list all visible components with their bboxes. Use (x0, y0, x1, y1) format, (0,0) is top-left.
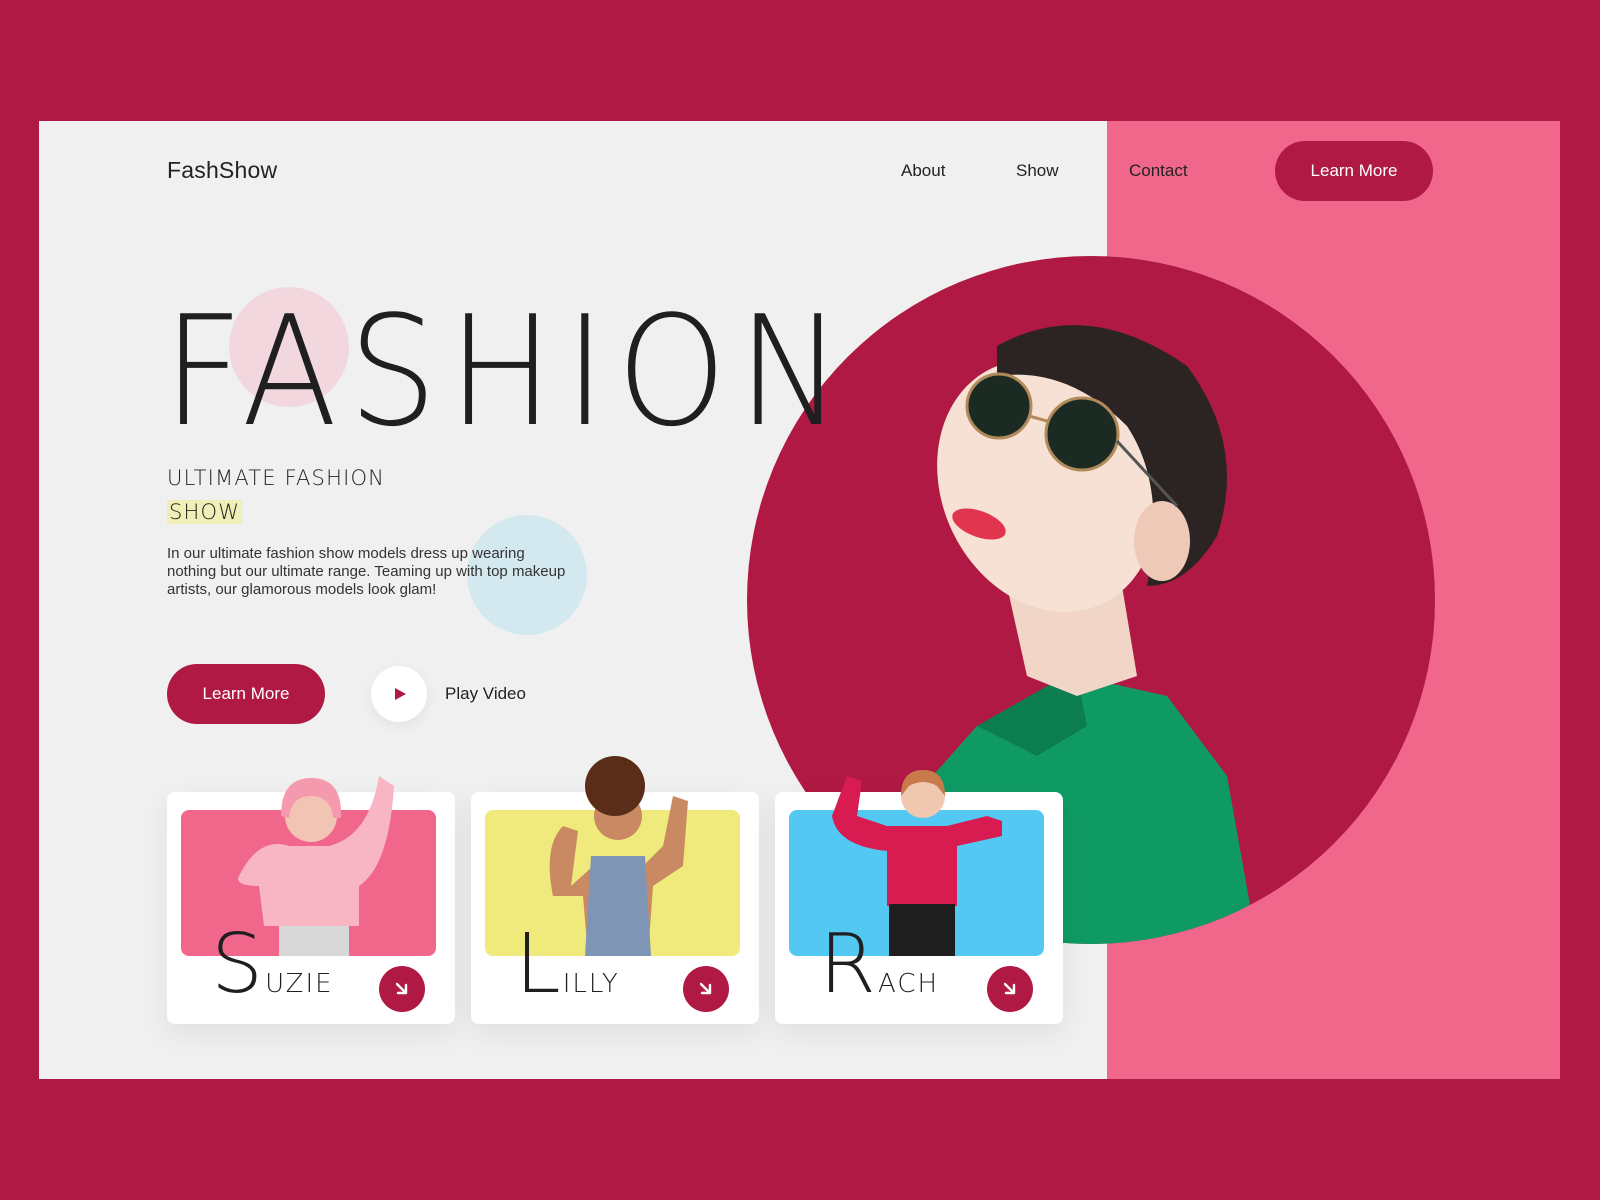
model-name: R ACH (819, 924, 939, 1006)
hero-title: FASHION (163, 283, 854, 460)
hero-learn-more-button[interactable]: Learn More (167, 664, 325, 724)
model-name-initial: S (211, 917, 264, 1012)
model-card-open-button[interactable] (683, 966, 729, 1012)
logo[interactable]: FashShow (167, 157, 277, 184)
nav-about[interactable]: About (901, 161, 945, 181)
model-card-lilly[interactable]: L ILLY (471, 756, 759, 1024)
model-lens-right (1044, 396, 1120, 472)
hero-description: In our ultimate fashion show models dres… (167, 545, 566, 598)
nav-show[interactable]: Show (1016, 161, 1059, 181)
play-video-button[interactable] (371, 666, 427, 722)
model-card-open-button[interactable] (379, 966, 425, 1012)
landing-page: FashShow About Show Contact Learn More F… (39, 121, 1560, 1079)
model-name-initial: R (819, 917, 876, 1012)
model-name: L ILLY (515, 924, 620, 1006)
model-name: S UZIE (211, 924, 334, 1006)
model-name-initial: L (515, 917, 561, 1012)
model-lens-left (965, 372, 1033, 440)
model-ear (1134, 501, 1190, 581)
model-card-suzie[interactable]: S UZIE (167, 776, 455, 1024)
header-learn-more-button[interactable]: Learn More (1275, 141, 1433, 201)
play-video-label[interactable]: Play Video (445, 684, 526, 704)
play-icon (395, 688, 406, 700)
hero-subtitle-line2: SHOW (167, 500, 243, 524)
model-card-rach[interactable]: R ACH (775, 770, 1063, 1024)
arrow-down-right-icon (1003, 982, 1016, 995)
arrow-down-right-icon (395, 982, 408, 995)
hero-subtitle-line1: ULTIMATE FASHION (167, 466, 386, 490)
arrow-down-right-icon (699, 982, 712, 995)
model-name-rest: ACH (877, 969, 940, 999)
model-name-rest: ILLY (562, 969, 620, 999)
model-name-rest: UZIE (265, 969, 334, 999)
nav-contact[interactable]: Contact (1129, 161, 1188, 181)
model-card-open-button[interactable] (987, 966, 1033, 1012)
